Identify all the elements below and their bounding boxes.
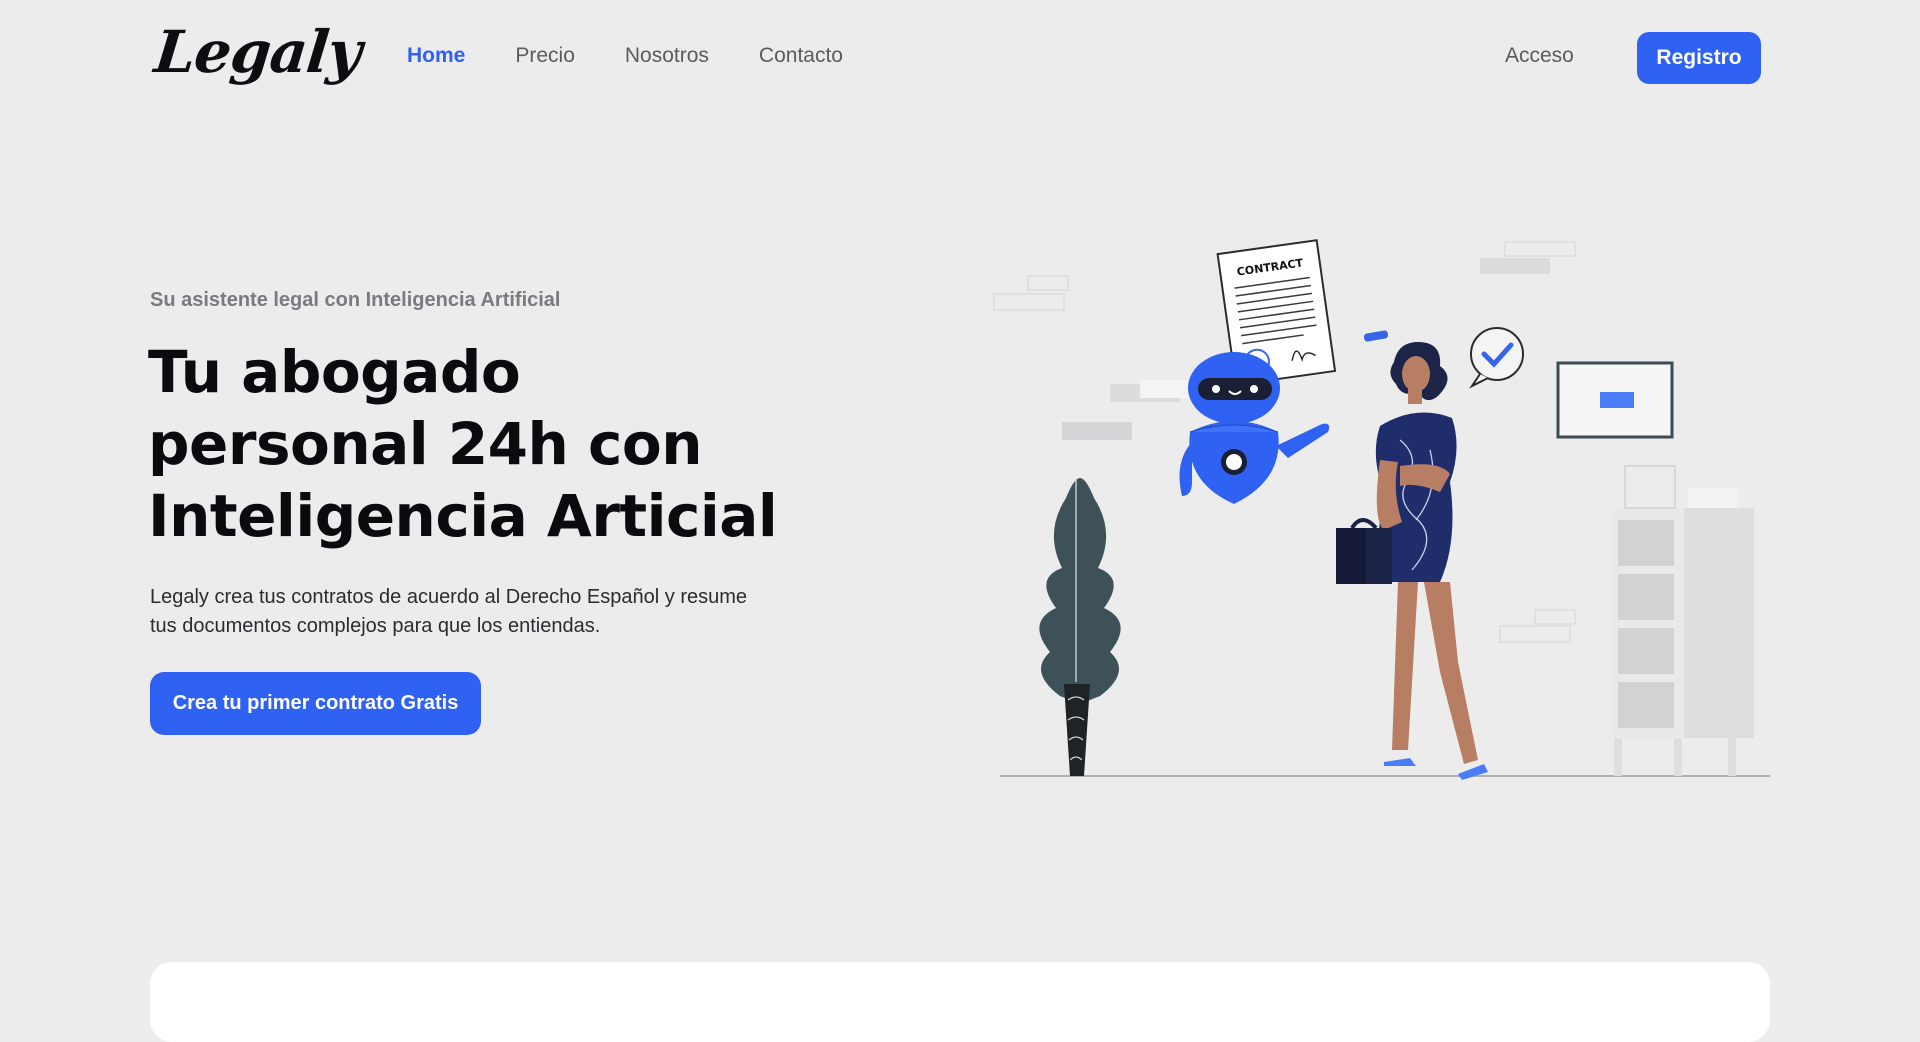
headline-line-3: Inteligencia Articial [148,482,778,550]
description-line-2: tus documentos complejos para que los en… [150,615,601,637]
brick-shape [1480,258,1550,274]
nav-link-home[interactable]: Home [407,44,465,68]
hero-headline: Tu abogado personal 24h con Inteligencia… [148,336,868,552]
woman-with-briefcase-icon [1336,342,1488,780]
wall-frame [1556,361,1674,439]
login-link[interactable]: Acceso [1505,44,1574,68]
content-card [150,962,1770,1042]
top-navigation: Legaly Home Precio Nosotros Contacto Acc… [0,0,1920,116]
cta-first-contract-button[interactable]: Crea tu primer contrato Gratis [150,672,481,735]
nav-link-contacto[interactable]: Contacto [759,44,843,68]
hero-eyebrow: Su asistente legal con Inteligencia Arti… [150,289,561,311]
check-bubble-icon [1469,327,1524,389]
register-button[interactable]: Registro [1637,32,1761,84]
nav-link-precio[interactable]: Precio [515,44,575,68]
potted-plant-icon [1039,478,1121,776]
headline-line-1: Tu abogado [148,338,521,406]
nav-links: Home Precio Nosotros Contacto [407,44,893,68]
filing-cabinet [1614,465,1754,776]
headline-line-2: personal 24h con [148,410,703,478]
description-line-1: Legaly crea tus contratos de acuerdo al … [150,586,748,608]
nav-link-nosotros[interactable]: Nosotros [625,44,709,68]
hero-illustration: CONTRACT [993,239,1770,780]
brand-logo[interactable]: Legaly [151,18,364,86]
pen-shape [1363,330,1389,342]
hero-description: Legaly crea tus contratos de acuerdo al … [150,583,810,641]
brick-shape [1062,422,1132,440]
